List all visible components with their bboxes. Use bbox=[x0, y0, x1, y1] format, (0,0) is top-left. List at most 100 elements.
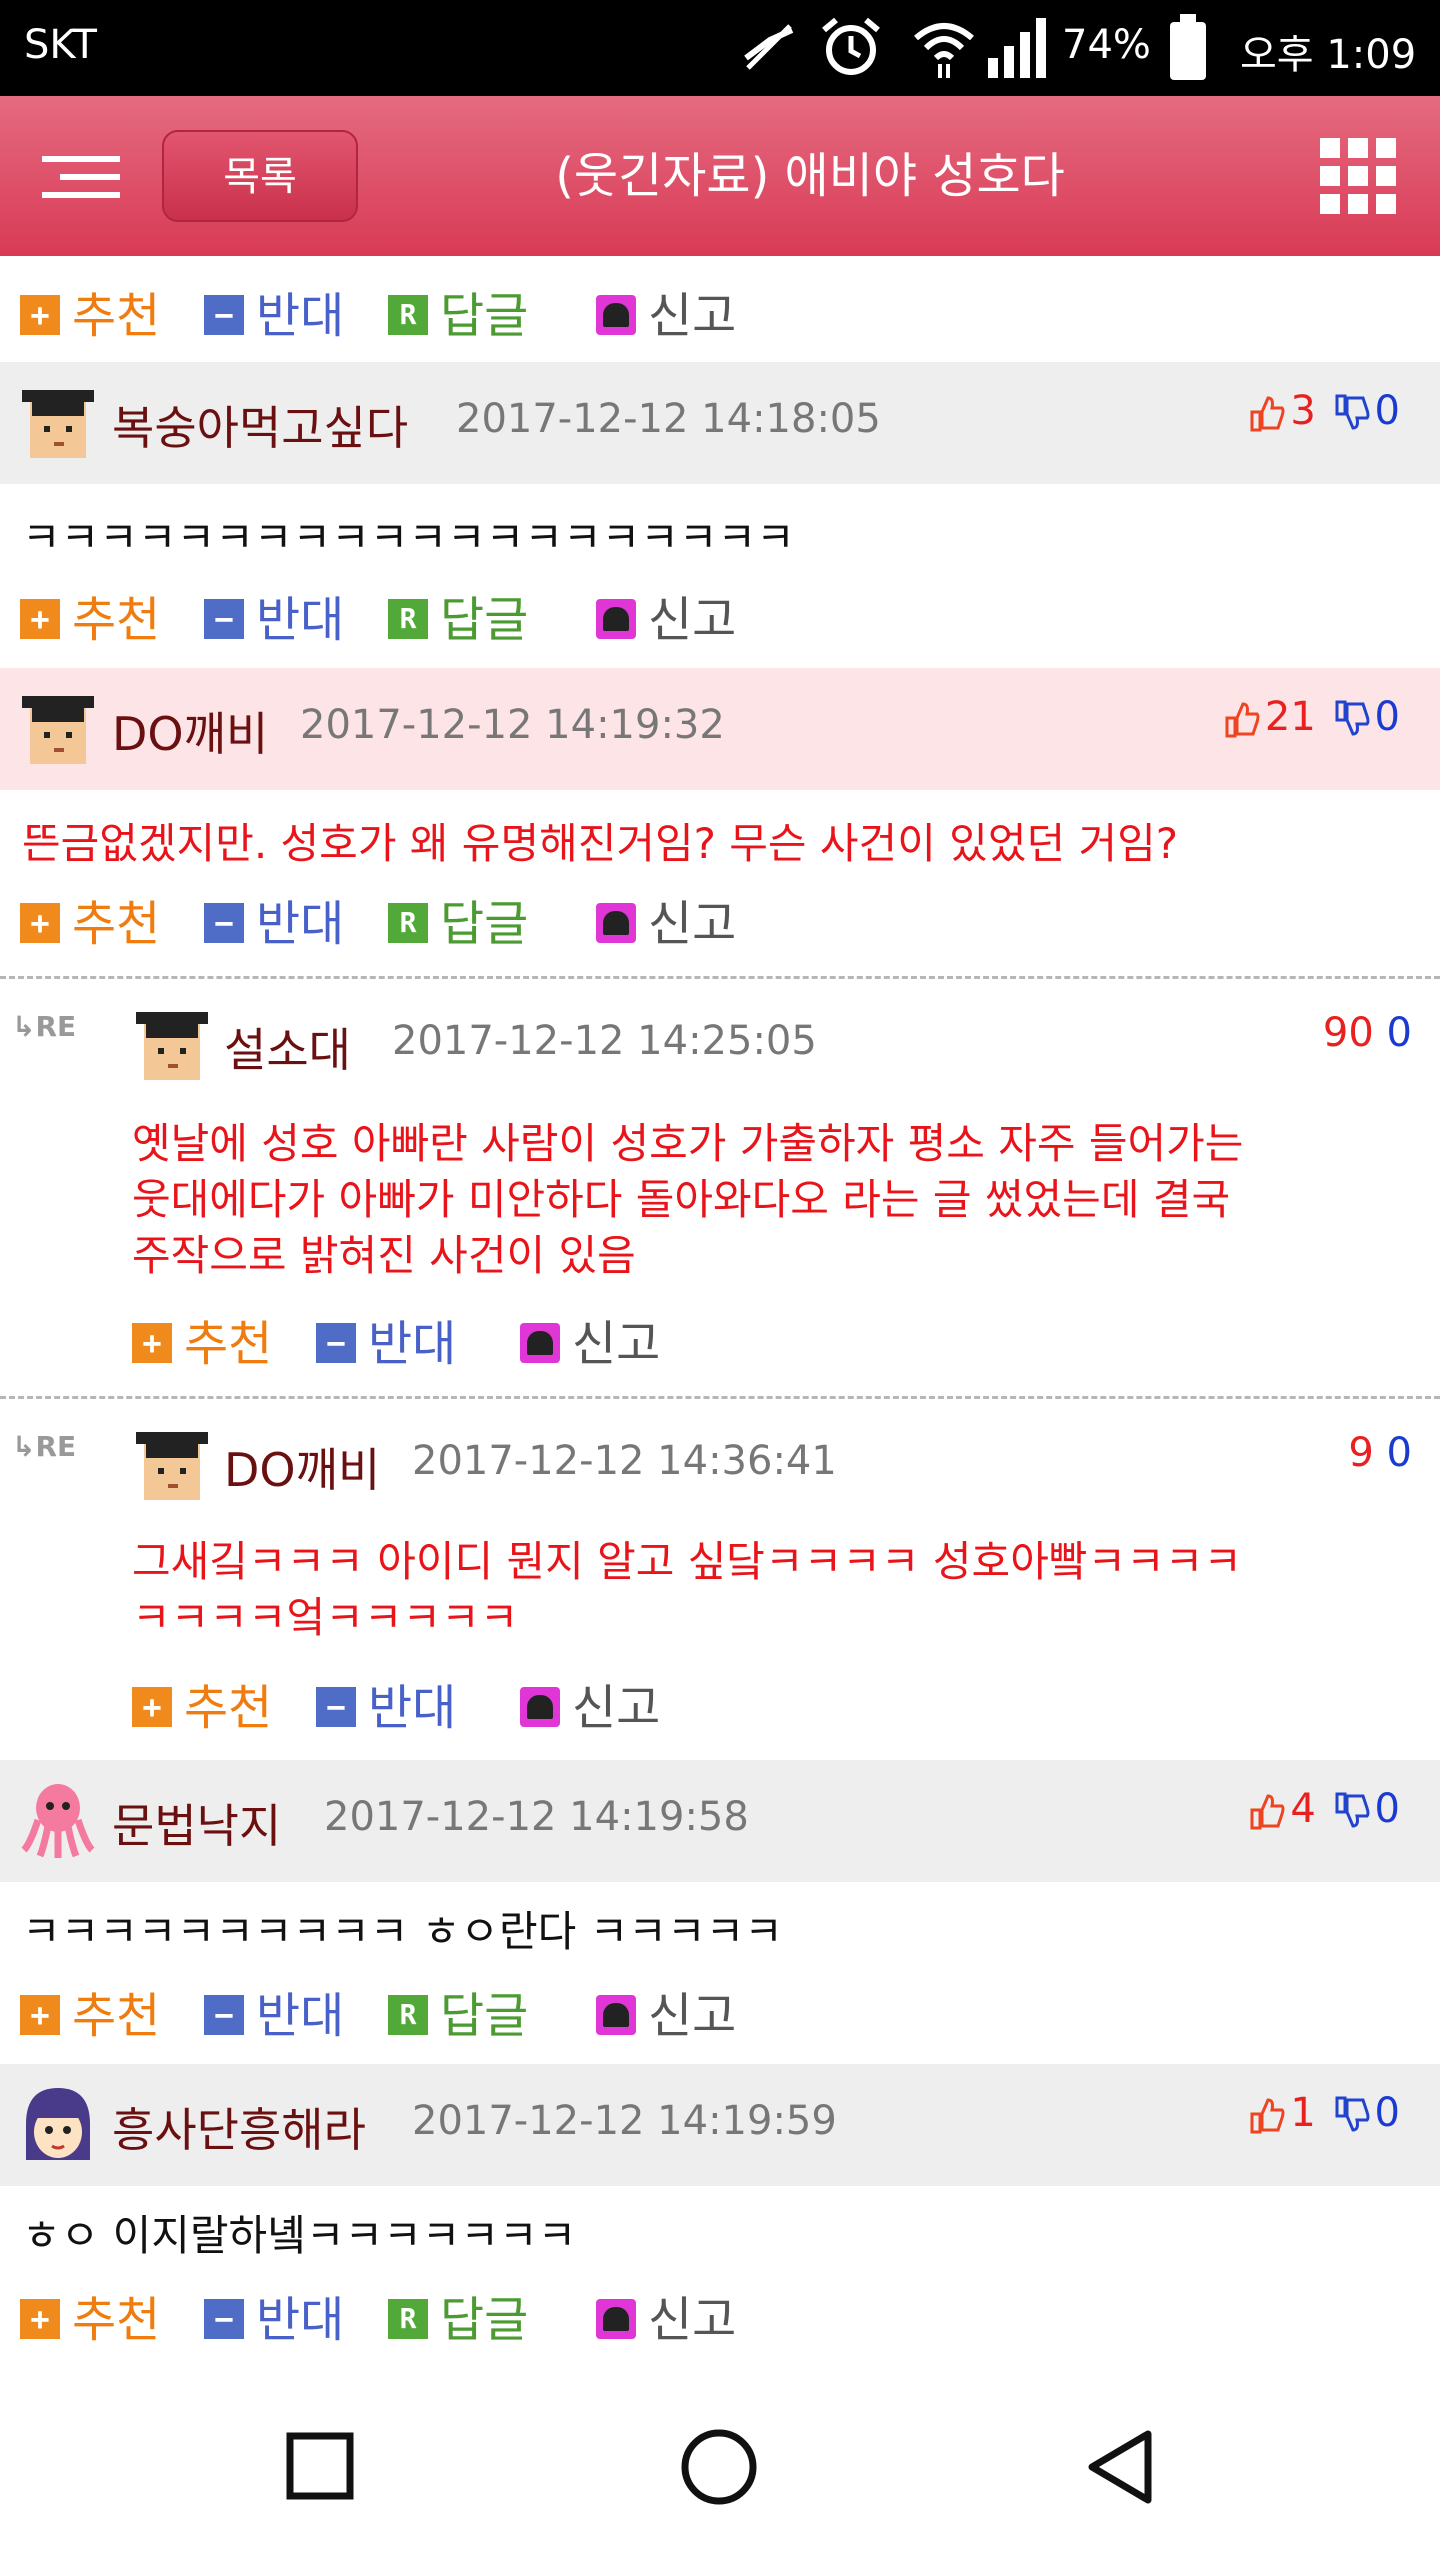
reply-button[interactable]: R 답글 bbox=[388, 1976, 528, 2056]
status-bar: SKT 74% 오후 1:09 bbox=[0, 0, 1440, 96]
comment-author[interactable]: 문법낙지 bbox=[112, 1790, 281, 1856]
mute-icon bbox=[744, 24, 794, 70]
recommend-button[interactable]: + 추천 bbox=[132, 1304, 272, 1384]
minus-icon: − bbox=[204, 903, 244, 943]
recommend-button[interactable]: + 추천 bbox=[20, 2280, 160, 2360]
report-button[interactable]: 신고 bbox=[596, 2280, 736, 2360]
thumbs-down-icon bbox=[1335, 2096, 1370, 2132]
siren-icon bbox=[520, 1323, 560, 1363]
reply-button[interactable]: R 답글 bbox=[388, 580, 528, 660]
recommend-button[interactable]: + 추천 bbox=[20, 884, 160, 964]
plus-icon: + bbox=[132, 1687, 172, 1727]
siren-icon bbox=[596, 2299, 636, 2339]
reply-button[interactable]: R 답글 bbox=[388, 276, 528, 356]
recommend-button[interactable]: + 추천 bbox=[20, 580, 160, 660]
comment-author[interactable]: 복숭아먹고싶다 bbox=[112, 392, 408, 458]
oppose-button[interactable]: − 반대 bbox=[204, 2280, 344, 2360]
oppose-button[interactable]: − 반대 bbox=[316, 1668, 456, 1748]
comment-date: 2017-12-12 14:19:58 bbox=[324, 1794, 749, 1840]
comment-header: 복숭아먹고싶다 2017-12-12 14:18:05 3 0 bbox=[0, 362, 1440, 484]
thumbs-down-icon bbox=[1335, 700, 1370, 736]
report-button[interactable]: 신고 bbox=[596, 1976, 736, 2056]
plus-icon: + bbox=[20, 599, 60, 639]
siren-icon bbox=[520, 1687, 560, 1727]
minus-icon: − bbox=[316, 1323, 356, 1363]
reply-icon: R bbox=[388, 599, 428, 639]
vote-counts: 4 0 bbox=[1244, 1786, 1400, 1832]
comment-author[interactable]: 설소대 bbox=[224, 1014, 351, 1080]
divider bbox=[0, 976, 1440, 979]
thumbs-up-icon bbox=[1250, 2098, 1285, 2134]
thumbs-down-icon bbox=[1335, 1792, 1370, 1828]
vote-counts: 90 0 bbox=[1322, 1010, 1412, 1056]
vote-counts: 21 0 bbox=[1219, 694, 1400, 740]
reply-icon: R bbox=[388, 295, 428, 335]
action-row: + 추천 − 반대 R 답글 신고 bbox=[20, 1976, 1420, 2056]
reply-icon: R bbox=[388, 903, 428, 943]
thumbs-up-icon bbox=[1250, 396, 1285, 432]
oppose-button[interactable]: − 반대 bbox=[204, 1976, 344, 2056]
comment-author[interactable]: DO깨비 bbox=[112, 698, 268, 764]
action-row: + 추천 − 반대 R 답글 신고 bbox=[20, 276, 1420, 356]
plus-icon: + bbox=[20, 2299, 60, 2339]
list-button[interactable]: 목록 bbox=[162, 130, 358, 222]
comment-text: ㅋㅋㅋㅋㅋㅋㅋㅋㅋㅋ ㅎㅇ란다 ㅋㅋㅋㅋㅋ bbox=[22, 1907, 783, 1956]
siren-icon bbox=[596, 599, 636, 639]
oppose-button[interactable]: − 반대 bbox=[204, 276, 344, 356]
thumbs-up-icon bbox=[1225, 702, 1260, 738]
minus-icon: − bbox=[316, 1687, 356, 1727]
comment-text: ㅎㅇ 이지랄하녴ㅋㅋㅋㅋㅋㅋㅋ bbox=[22, 2211, 577, 2260]
action-row: + 추천 − 반대 신고 bbox=[132, 1304, 1412, 1384]
battery-percent: 74% bbox=[1062, 22, 1151, 68]
reply-header: DO깨비 2017-12-12 14:36:41 9 0 bbox=[112, 1404, 1412, 1526]
reply-button[interactable]: R 답글 bbox=[388, 2280, 528, 2360]
report-button[interactable]: 신고 bbox=[596, 580, 736, 660]
reply-header: 설소대 2017-12-12 14:25:05 90 0 bbox=[112, 984, 1412, 1106]
comment-header: 문법낙지 2017-12-12 14:19:58 4 0 bbox=[0, 1760, 1440, 1882]
comment-text: 뜬금없겠지만. 성호가 왜 유명해진거임? 무슨 사건이 있었던 거임? bbox=[22, 819, 1179, 868]
plus-icon: + bbox=[132, 1323, 172, 1363]
grid-menu-icon[interactable] bbox=[1320, 138, 1396, 214]
minus-icon: − bbox=[204, 295, 244, 335]
menu-icon[interactable] bbox=[42, 156, 120, 198]
plus-icon: + bbox=[20, 1995, 60, 2035]
recommend-button[interactable]: + 추천 bbox=[132, 1668, 272, 1748]
reply-icon: R bbox=[388, 2299, 428, 2339]
recommend-button[interactable]: + 추천 bbox=[20, 276, 160, 356]
comment-date: 2017-12-12 14:25:05 bbox=[392, 1018, 817, 1064]
recent-apps-icon[interactable] bbox=[286, 2432, 354, 2500]
divider bbox=[0, 1396, 1440, 1399]
siren-icon bbox=[596, 1995, 636, 2035]
minus-icon: − bbox=[204, 599, 244, 639]
minus-icon: − bbox=[204, 1995, 244, 2035]
reply-button[interactable]: R 답글 bbox=[388, 884, 528, 964]
avatar bbox=[22, 696, 94, 764]
report-button[interactable]: 신고 bbox=[596, 884, 736, 964]
comment-header: DO깨비 2017-12-12 14:19:32 21 0 bbox=[0, 668, 1440, 790]
signal-icon bbox=[988, 18, 1046, 78]
home-icon[interactable] bbox=[680, 2428, 758, 2506]
avatar bbox=[22, 390, 94, 458]
action-row: + 추천 − 반대 R 답글 신고 bbox=[20, 884, 1420, 964]
reply-indicator-icon: ↳RE bbox=[12, 1430, 77, 1463]
oppose-button[interactable]: − 반대 bbox=[204, 580, 344, 660]
comment-date: 2017-12-12 14:19:32 bbox=[300, 702, 725, 748]
comment-date: 2017-12-12 14:36:41 bbox=[412, 1438, 837, 1484]
report-button[interactable]: 신고 bbox=[520, 1668, 660, 1748]
avatar bbox=[136, 1432, 208, 1500]
report-button[interactable]: 신고 bbox=[596, 276, 736, 356]
comment-text: 옛날에 성호 아빠란 사람이 성호가 가출하자 평소 자주 들어가는 웃대에다가… bbox=[132, 1119, 1244, 1280]
oppose-button[interactable]: − 반대 bbox=[204, 884, 344, 964]
comment-author[interactable]: 흥사단흥해라 bbox=[112, 2094, 366, 2160]
top-header: 목록 (웃긴자료) 애비야 성호다 bbox=[0, 96, 1440, 256]
carrier-label: SKT bbox=[24, 22, 97, 68]
alarm-icon bbox=[822, 17, 880, 75]
vote-counts: 3 0 bbox=[1244, 388, 1400, 434]
avatar bbox=[136, 1012, 208, 1080]
navigation-bar bbox=[0, 2368, 1440, 2560]
back-icon[interactable] bbox=[1084, 2428, 1156, 2506]
report-button[interactable]: 신고 bbox=[520, 1304, 660, 1384]
comment-author[interactable]: DO깨비 bbox=[224, 1434, 380, 1500]
recommend-button[interactable]: + 추천 bbox=[20, 1976, 160, 2056]
oppose-button[interactable]: − 반대 bbox=[316, 1304, 456, 1384]
